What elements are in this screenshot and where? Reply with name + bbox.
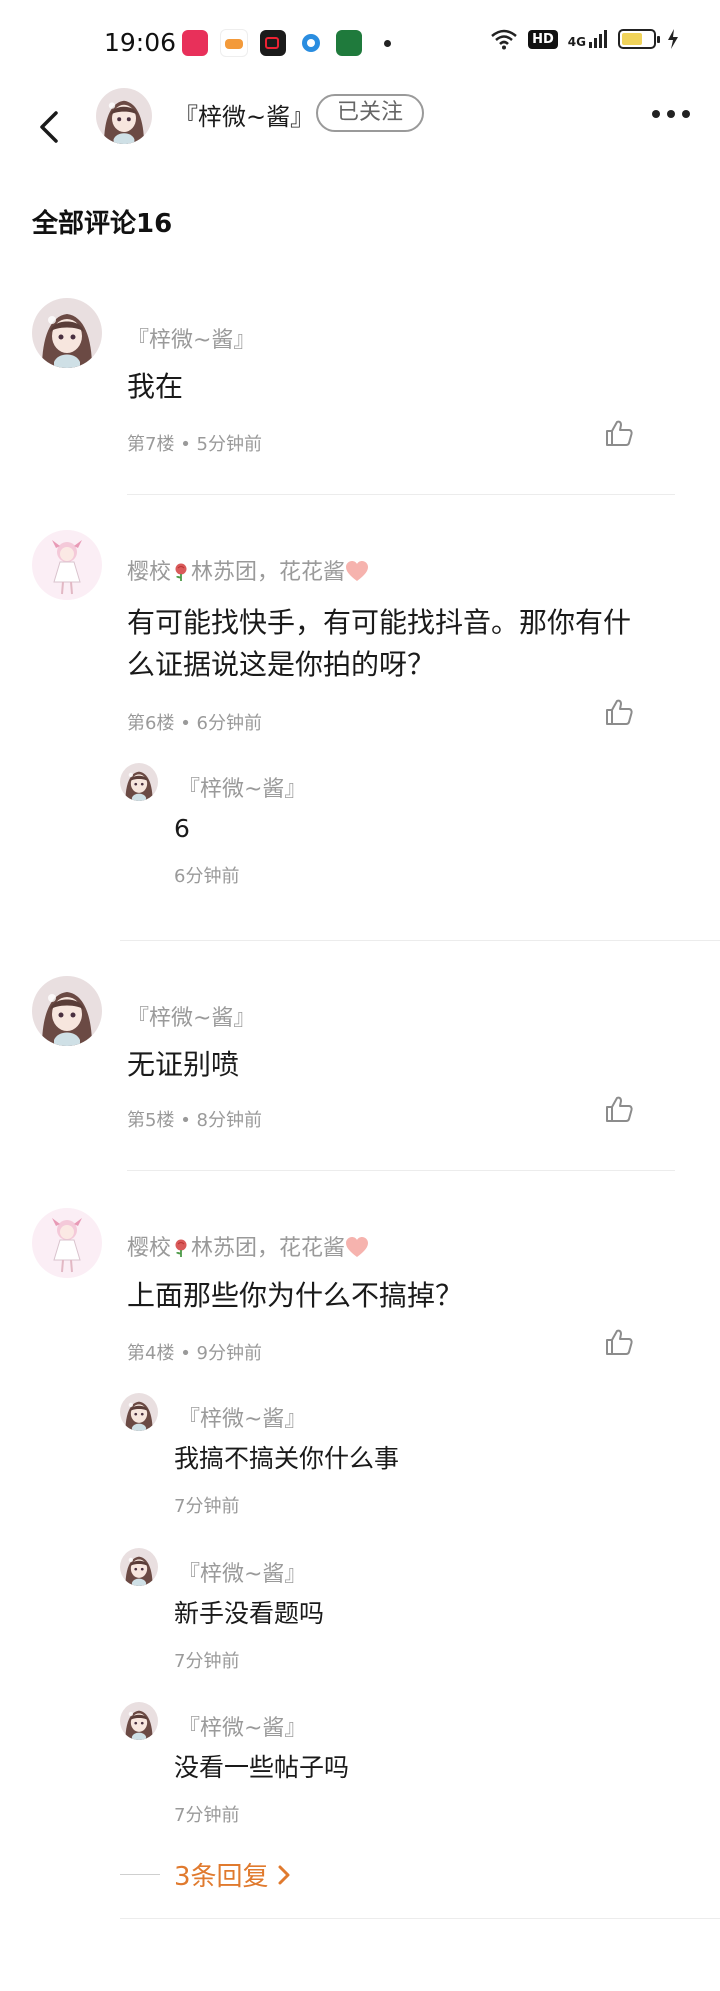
avatar[interactable] (120, 763, 158, 801)
comment-meta: 第6楼 • 6分钟前 (127, 709, 262, 735)
comment-meta: 第4楼 • 9分钟前 (127, 1339, 262, 1365)
author-name[interactable]: 『梓微~酱』 (174, 97, 314, 132)
comment-text: 有可能找快手，有可能找抖音。那你有什么证据说这是你拍的呀？ (127, 606, 632, 681)
meta-separator: • (180, 1343, 191, 1364)
battery-icon (618, 29, 660, 49)
more-dots-icon[interactable] (652, 110, 690, 118)
browser-app-icon (298, 30, 324, 56)
reply-author[interactable]: 『梓微~酱』 (178, 1710, 306, 1742)
comment-text: 上面那些你为什么不搞掉？ (127, 1279, 464, 1312)
comment-text: 我在 (127, 370, 184, 403)
meta-separator: • (180, 1110, 191, 1131)
rose-icon (171, 1238, 191, 1258)
divider (120, 1918, 720, 1919)
hd-icon: HD (528, 29, 558, 49)
reply-time: 7分钟前 (174, 1805, 240, 1826)
wifi-icon (491, 29, 517, 50)
author-name-part: 樱校 (127, 560, 172, 585)
market-app-icon (336, 30, 362, 56)
comment-text: 无证别喷 (127, 1048, 240, 1081)
status-time: 19:06 (104, 28, 177, 57)
system-icons: HD 4G (490, 28, 680, 50)
avatar[interactable] (32, 530, 102, 600)
comment-author[interactable]: 樱校 林苏团，花花酱 (127, 1230, 369, 1262)
reply-text: 我搞不搞关你什么事 (174, 1444, 400, 1473)
reply-author[interactable]: 『梓微~酱』 (178, 1556, 306, 1588)
thumbs-up-icon[interactable] (604, 418, 634, 448)
avatar[interactable] (120, 1548, 158, 1586)
more-replies-link[interactable]: 3条回复 (120, 1856, 293, 1893)
avatar[interactable] (32, 976, 102, 1046)
divider (127, 1170, 675, 1171)
signal-icon: 4G (568, 29, 608, 49)
game-app-icon (220, 29, 248, 57)
floor-label: 第6楼 (127, 713, 175, 734)
top-nav-bar: 『梓微~酱』 已关注 (0, 80, 720, 180)
floor-label: 第7楼 (127, 434, 175, 455)
reply-text: 6 (174, 814, 190, 843)
reply-time: 7分钟前 (174, 1496, 240, 1517)
floor-label: 第5楼 (127, 1110, 175, 1131)
time-label: 9分钟前 (196, 1343, 262, 1364)
reply-time: 6分钟前 (174, 866, 240, 887)
time-label: 6分钟前 (196, 713, 262, 734)
more-notifications-icon (384, 39, 391, 47)
comment-author[interactable]: 『梓微~酱』 (127, 322, 255, 354)
thumbs-up-icon[interactable] (604, 697, 634, 727)
thumbs-up-icon[interactable] (604, 1094, 634, 1124)
reply-text: 没看一些帖子吗 (174, 1753, 350, 1782)
reply-author[interactable]: 『梓微~酱』 (178, 771, 306, 803)
chevron-right-icon (278, 1865, 290, 1884)
reply-author[interactable]: 『梓微~酱』 (178, 1401, 306, 1433)
avatar[interactable] (32, 1208, 102, 1278)
avatar[interactable] (32, 298, 102, 368)
rose-icon (171, 562, 191, 582)
status-bar: 19:06 HD 4G (0, 0, 720, 90)
more-replies-label: 3条回复 (174, 1862, 269, 1892)
comments-section-title: 全部评论16 (32, 209, 173, 239)
more-replies-line (120, 1874, 160, 1875)
comment-meta: 第7楼 • 5分钟前 (127, 430, 262, 456)
notification-icons (182, 29, 391, 57)
floor-label: 第4楼 (127, 1343, 175, 1364)
reply-text: 新手没看题吗 (174, 1599, 325, 1628)
video-app-icon (182, 30, 208, 56)
recorder-app-icon (260, 30, 286, 56)
author-name-part: 林苏团，花花酱 (191, 560, 346, 585)
reply-time: 7分钟前 (174, 1651, 240, 1672)
heart-icon (345, 1236, 369, 1258)
divider (120, 940, 720, 941)
follow-button[interactable]: 已关注 (316, 94, 424, 132)
comment-meta: 第5楼 • 8分钟前 (127, 1106, 262, 1132)
author-avatar[interactable] (96, 88, 152, 144)
avatar[interactable] (120, 1393, 158, 1431)
meta-separator: • (180, 434, 191, 455)
thumbs-up-icon[interactable] (604, 1327, 634, 1357)
back-arrow-icon[interactable] (30, 102, 70, 152)
divider (127, 494, 675, 495)
time-label: 8分钟前 (196, 1110, 262, 1131)
time-label: 5分钟前 (196, 434, 262, 455)
author-name-part: 林苏团，花花酱 (191, 1236, 346, 1261)
avatar[interactable] (120, 1702, 158, 1740)
comment-author[interactable]: 『梓微~酱』 (127, 1000, 255, 1032)
comment-author[interactable]: 樱校 林苏团，花花酱 (127, 554, 369, 586)
meta-separator: • (180, 713, 191, 734)
charging-icon (668, 29, 678, 49)
author-name-part: 樱校 (127, 1236, 172, 1261)
heart-icon (345, 560, 369, 582)
